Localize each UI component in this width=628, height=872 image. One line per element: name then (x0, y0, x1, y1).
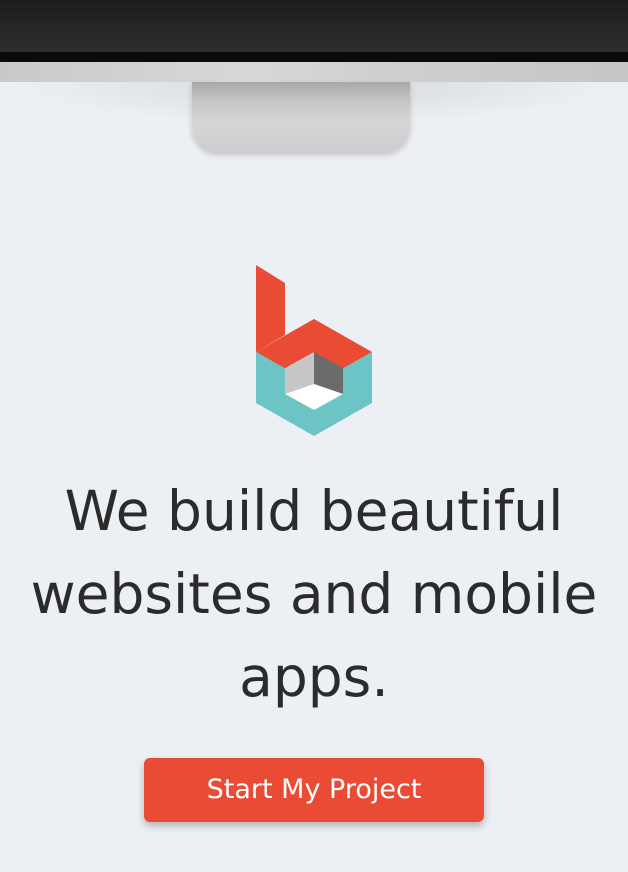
start-my-project-button[interactable]: Start My Project (144, 758, 484, 822)
monitor-bezel (0, 52, 628, 62)
monitor-screen-edge (0, 0, 628, 52)
b-cube-logo-icon (256, 265, 372, 436)
monitor-stand (192, 82, 410, 152)
page: We build beautiful websites and mobile a… (0, 0, 628, 872)
hero-headline: We build beautiful websites and mobile a… (30, 479, 598, 709)
monitor-chin (0, 62, 628, 82)
